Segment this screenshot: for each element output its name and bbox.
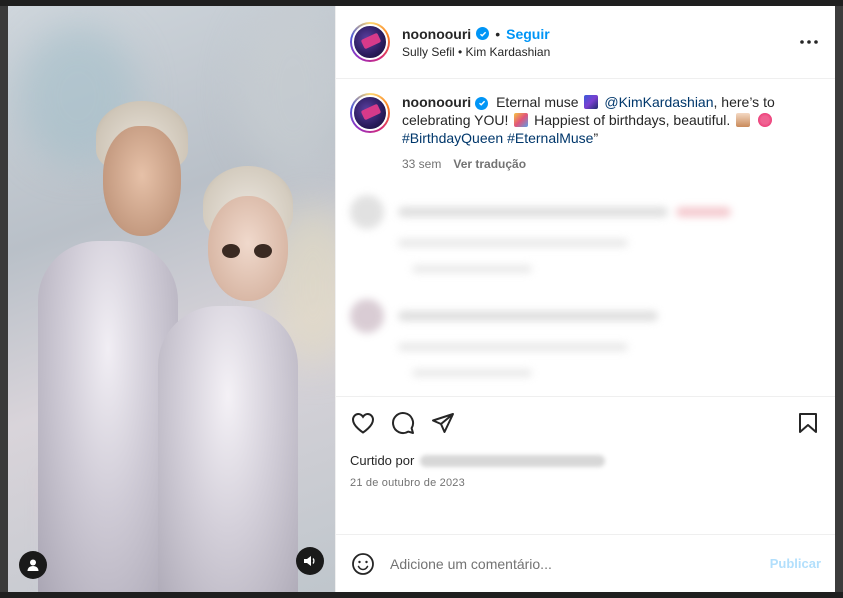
comment-meta xyxy=(398,343,628,351)
post-date[interactable]: 21 de outubro de 2023 xyxy=(350,477,821,489)
view-replies xyxy=(412,369,532,377)
timestamp[interactable]: 33 sem xyxy=(402,157,441,171)
avatar xyxy=(350,299,384,333)
avatar[interactable] xyxy=(350,22,390,62)
caption-body: noonoouri Eternal muse @KimKardashian, h… xyxy=(402,93,812,173)
liked-by: Curtido por xyxy=(350,453,821,468)
see-translation-button[interactable]: Ver tradução xyxy=(453,157,526,171)
action-row xyxy=(350,407,821,439)
separator-dot: • xyxy=(495,25,501,42)
view-replies xyxy=(412,265,532,273)
more-horizontal-icon[interactable] xyxy=(797,30,821,54)
backdrop-bottom-strip xyxy=(0,592,843,598)
caption: noonoouri Eternal muse @KimKardashian, h… xyxy=(350,93,821,173)
figure-left-face xyxy=(103,126,181,236)
caption-text: Happiest of birthdays, beautiful. xyxy=(534,112,731,128)
comment-bar: Publicar xyxy=(336,534,835,592)
comment-meta xyxy=(398,239,628,247)
blurred-comments xyxy=(350,195,821,396)
caption-meta: 33 sem Ver tradução xyxy=(402,155,812,173)
avatar-image xyxy=(352,95,388,131)
post-media[interactable] xyxy=(8,6,335,592)
mention-link[interactable]: @KimKardashian xyxy=(604,94,713,110)
media-glow xyxy=(238,6,335,176)
comment-line xyxy=(398,311,658,321)
follow-button[interactable]: Seguir xyxy=(506,26,550,42)
header-text: noonoouri • Seguir Sully Sefil • Kim Kar… xyxy=(402,26,797,59)
post-side-panel: noonoouri • Seguir Sully Sefil • Kim Kar… xyxy=(335,6,835,592)
rainbow-flag-emoji-icon xyxy=(584,95,599,109)
figure-left-dress xyxy=(38,241,178,592)
post-header: noonoouri • Seguir Sully Sefil • Kim Kar… xyxy=(336,6,835,79)
birthday-cake-emoji-icon xyxy=(736,113,751,127)
user-icon[interactable] xyxy=(19,551,47,579)
emoji-icon[interactable] xyxy=(350,551,376,577)
figure-eye xyxy=(254,244,272,258)
party-popper-emoji-icon xyxy=(514,113,529,127)
avatar-image xyxy=(352,24,388,60)
comment-icon[interactable] xyxy=(390,410,416,436)
heart-icon[interactable] xyxy=(350,410,376,436)
avatar[interactable] xyxy=(350,93,390,133)
post-modal: noonoouri • Seguir Sully Sefil • Kim Kar… xyxy=(8,6,835,592)
username-link[interactable]: noonoouri xyxy=(402,26,471,42)
caption-closing-quote: ” xyxy=(593,130,599,146)
speaker-icon[interactable] xyxy=(296,547,324,575)
hashtags-link[interactable]: #BirthdayQueen #EternalMuse xyxy=(402,130,593,146)
bookmark-icon[interactable] xyxy=(795,410,821,436)
header-top-line: noonoouri • Seguir xyxy=(402,26,797,42)
list-item xyxy=(350,195,821,229)
comment-line xyxy=(398,207,668,217)
send-icon[interactable] xyxy=(430,410,456,436)
comment-emoji xyxy=(676,207,731,217)
post-comment-button[interactable]: Publicar xyxy=(770,556,821,571)
post-actions: Curtido por 21 de outubro de 2023 xyxy=(336,396,835,534)
comments-area[interactable]: noonoouri Eternal muse @KimKardashian, h… xyxy=(336,79,835,396)
liked-by-users-blurred[interactable] xyxy=(420,454,606,467)
two-hearts-emoji-icon xyxy=(758,113,773,127)
figure-right-face xyxy=(208,196,288,301)
figure-right-dress xyxy=(158,306,298,592)
verified-badge-icon xyxy=(475,96,489,110)
liked-by-label: Curtido por xyxy=(350,453,415,468)
avatar xyxy=(350,195,384,229)
comment-input[interactable] xyxy=(390,555,770,572)
audio-attribution[interactable]: Sully Sefil • Kim Kardashian xyxy=(402,45,797,59)
verified-badge-icon xyxy=(476,27,490,40)
figure-eye xyxy=(222,244,240,258)
list-item xyxy=(350,299,821,333)
caption-text: Eternal muse xyxy=(496,94,579,110)
caption-username[interactable]: noonoouri xyxy=(402,94,471,110)
